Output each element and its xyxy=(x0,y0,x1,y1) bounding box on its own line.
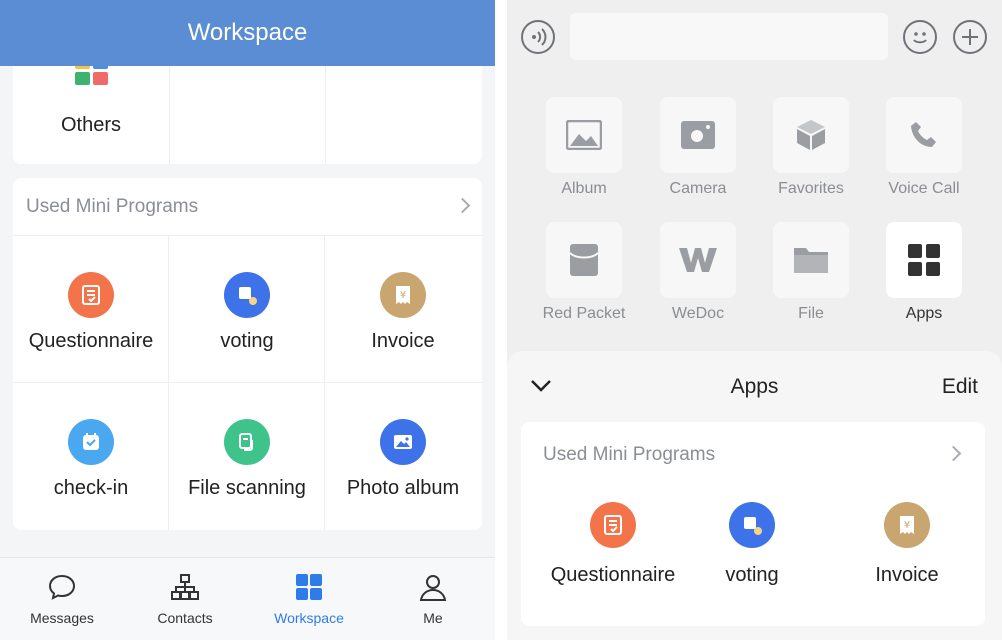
envelope-icon xyxy=(546,222,622,298)
sheet-title: Apps xyxy=(730,375,779,398)
tool-apps[interactable]: Apps xyxy=(874,222,974,342)
folder-icon xyxy=(773,222,849,298)
image-icon xyxy=(546,97,622,173)
cube-icon xyxy=(773,97,849,173)
mini-program-voting[interactable]: voting xyxy=(675,502,829,622)
edit-button[interactable]: Edit xyxy=(942,375,978,399)
bottom-tab-bar: Messages Contacts Workspace Me xyxy=(0,557,495,640)
person-icon xyxy=(418,572,448,602)
app-label: Questionnaire xyxy=(28,330,154,352)
chevron-right-icon xyxy=(454,197,471,214)
others-label: Others xyxy=(60,114,122,136)
invoice-icon: ¥ xyxy=(380,272,426,318)
file-scanning-icon xyxy=(224,419,270,465)
screen: Workspace Others Used Mini Programs Ques… xyxy=(0,0,1002,640)
questionnaire-icon xyxy=(68,272,114,318)
svg-text:¥: ¥ xyxy=(904,520,910,531)
svg-text:¥: ¥ xyxy=(400,290,406,301)
tool-favorites[interactable]: Favorites xyxy=(761,97,861,217)
page-title: Workspace xyxy=(187,19,308,46)
tab-me[interactable]: Me xyxy=(371,558,495,640)
apps-sheet: Apps Edit Used Mini Programs Questionnai… xyxy=(507,351,1002,640)
invoice-icon: ¥ xyxy=(884,502,930,548)
emoji-button[interactable] xyxy=(903,20,937,54)
mini-program-check-in[interactable]: check-in xyxy=(13,383,169,530)
mini-program-voting[interactable]: voting xyxy=(169,236,325,383)
app-label: Invoice xyxy=(875,564,939,586)
wedoc-icon xyxy=(660,222,736,298)
tab-workspace[interactable]: Workspace xyxy=(247,558,371,640)
voting-icon xyxy=(729,502,775,548)
app-label: check-in xyxy=(53,477,129,499)
tool-album[interactable]: Album xyxy=(534,97,634,217)
app-label: Invoice xyxy=(371,330,435,352)
tab-label: Workspace xyxy=(274,610,344,626)
tool-label: Apps xyxy=(905,305,943,322)
used-mini-programs-card: Used Mini Programs Questionnaire voting … xyxy=(13,178,482,530)
mini-program-questionnaire[interactable]: Questionnaire xyxy=(13,236,169,383)
tool-wedoc[interactable]: WeDoc xyxy=(648,222,748,342)
check-in-icon xyxy=(68,419,114,465)
phone-icon xyxy=(886,97,962,173)
tab-label: Contacts xyxy=(157,610,213,626)
tab-contacts[interactable]: Contacts xyxy=(123,558,247,640)
mini-program-invoice[interactable]: ¥ Invoice xyxy=(325,236,482,383)
tool-label: Voice Call xyxy=(888,180,960,197)
chat-bubble-icon xyxy=(47,572,77,602)
used-mini-programs-header[interactable]: Used Mini Programs xyxy=(13,178,482,236)
photo-album-icon xyxy=(380,419,426,465)
app-label: File scanning xyxy=(188,477,306,499)
questionnaire-icon xyxy=(590,502,636,548)
tool-voice-call[interactable]: Voice Call xyxy=(874,97,974,217)
tab-messages[interactable]: Messages xyxy=(0,558,124,640)
camera-icon xyxy=(660,97,736,173)
voice-input-button[interactable] xyxy=(521,20,555,54)
used-mini-programs-card: Used Mini Programs Questionnaire voting xyxy=(521,422,985,626)
smiley-icon xyxy=(913,32,927,44)
tab-label: Me xyxy=(423,610,443,626)
app-label: Photo album xyxy=(346,477,460,499)
mini-program-photo-album[interactable]: Photo album xyxy=(325,383,482,530)
voice-wave-icon xyxy=(532,28,547,46)
section-title[interactable]: Used Mini Programs xyxy=(543,444,715,466)
chat-input-panel: Album Camera Favorites Voice Call Red Pa… xyxy=(507,0,1002,640)
tool-red-packet[interactable]: Red Packet xyxy=(534,222,634,342)
grid-icon xyxy=(886,222,962,298)
chevron-right-icon[interactable] xyxy=(945,445,962,462)
workspace-panel: Workspace Others Used Mini Programs Ques… xyxy=(0,0,495,640)
tool-camera[interactable]: Camera xyxy=(648,97,748,217)
mini-program-questionnaire[interactable]: Questionnaire xyxy=(536,502,690,622)
mini-program-invoice[interactable]: ¥ Invoice xyxy=(830,502,984,622)
app-label: voting xyxy=(725,564,779,586)
org-chart-icon xyxy=(170,572,200,602)
mini-program-file-scanning[interactable]: File scanning xyxy=(169,383,325,530)
app-label: voting xyxy=(220,330,274,352)
section-title: Used Mini Programs xyxy=(26,196,199,217)
message-input[interactable] xyxy=(570,13,888,60)
plus-icon[interactable] xyxy=(953,20,987,54)
tab-label: Messages xyxy=(30,610,94,626)
voting-icon xyxy=(224,272,270,318)
grid-icon xyxy=(294,572,324,602)
workspace-header: Workspace xyxy=(0,0,495,66)
tool-file[interactable]: File xyxy=(761,222,861,342)
